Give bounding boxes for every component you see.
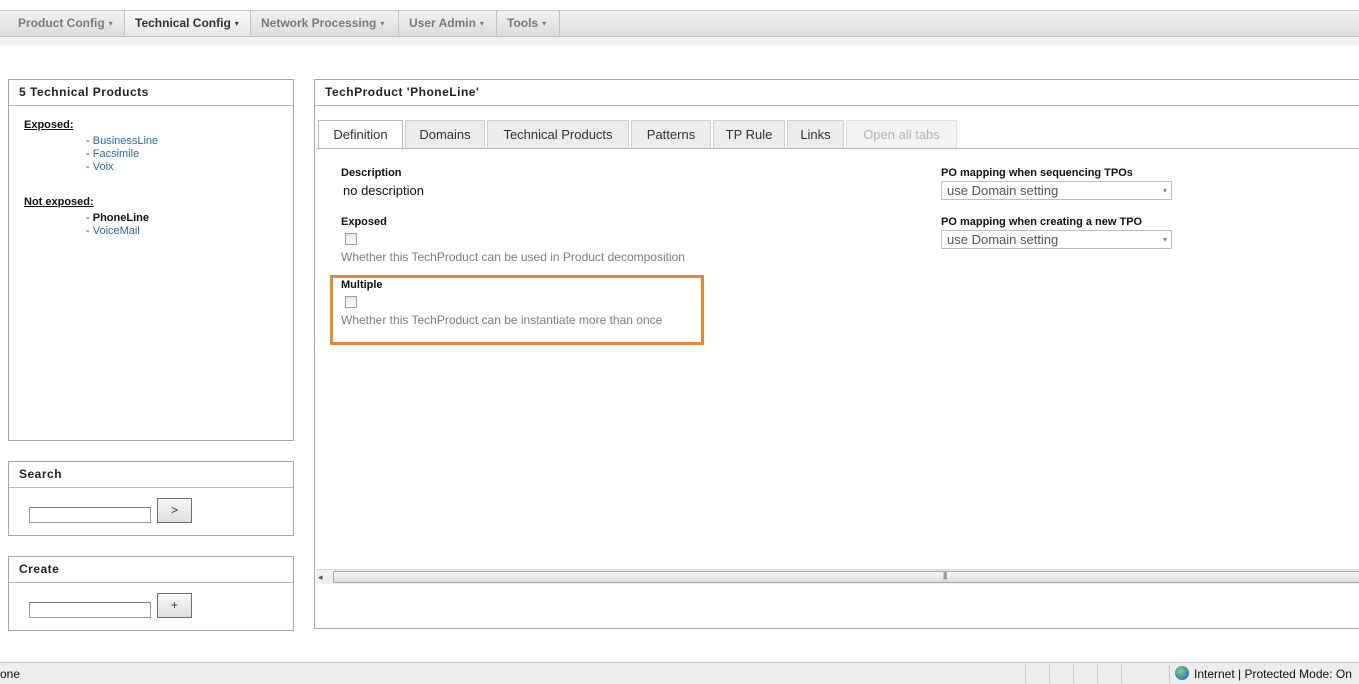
tab-domains[interactable]: Domains	[405, 120, 485, 149]
create-input[interactable]	[29, 602, 151, 618]
list-item: - BusinessLine	[86, 135, 159, 147]
horizontal-scrollbar[interactable]: ◂ |||	[316, 569, 1359, 584]
product-link-voicemail[interactable]: VoiceMail	[93, 225, 140, 237]
status-divider	[1169, 665, 1170, 683]
status-divider	[1049, 665, 1050, 683]
search-input[interactable]	[29, 507, 151, 523]
menu-label: Product Config	[18, 16, 105, 30]
menu-label: User Admin	[409, 16, 476, 30]
detail-title: TechProduct 'PhoneLine'	[315, 80, 1359, 106]
po-new-tpo-label: PO mapping when creating a new TPO	[941, 216, 1143, 228]
grip-icon: |||	[943, 571, 947, 580]
status-divider	[1073, 665, 1074, 683]
exposed-help-text: Whether this TechProduct can be used in …	[341, 250, 685, 264]
search-panel: Search >	[8, 461, 294, 536]
menu-label: Technical Config	[135, 16, 231, 30]
select-value: use Domain setting	[947, 232, 1059, 247]
tab-patterns[interactable]: Patterns	[631, 120, 711, 149]
create-button[interactable]: +	[157, 593, 192, 618]
chevron-down-icon: ▾	[479, 19, 484, 28]
panel-title: 5 Technical Products	[9, 80, 293, 106]
chevron-down-icon: ▾	[108, 19, 113, 28]
status-divider	[1025, 665, 1026, 683]
panel-title: Search	[9, 462, 293, 488]
po-new-tpo-select[interactable]: use Domain setting ▾	[941, 230, 1172, 249]
chevron-down-icon: ▾	[1162, 186, 1167, 195]
list-item: - PhoneLine	[86, 212, 149, 224]
scrollbar-thumb[interactable]: |||	[333, 571, 1359, 583]
exposed-group-label: Exposed:	[24, 119, 74, 131]
techproduct-detail-panel: TechProduct 'PhoneLine'	[314, 79, 1359, 629]
chevron-down-icon: ▾	[1162, 235, 1167, 244]
tab-tp-rule[interactable]: TP Rule	[713, 120, 785, 149]
list-item: - Facsimile	[86, 148, 140, 160]
not-exposed-group-label: Not exposed:	[24, 196, 94, 208]
menu-tools[interactable]: Tools ▾	[497, 11, 560, 36]
po-sequencing-label: PO mapping when sequencing TPOs	[941, 167, 1133, 179]
technical-products-panel: 5 Technical Products Exposed: - Business…	[8, 79, 294, 441]
globe-icon	[1175, 666, 1189, 680]
description-label: Description	[341, 167, 402, 179]
product-link-facsimile[interactable]: Facsimile	[93, 148, 139, 160]
security-zone-text: Internet | Protected Mode: On	[1194, 667, 1352, 681]
menu-product-config[interactable]: Product Config ▾	[8, 11, 125, 36]
status-divider	[1121, 665, 1122, 683]
status-divider	[1097, 665, 1098, 683]
menu-user-admin[interactable]: User Admin ▾	[399, 11, 497, 36]
description-value: no description	[343, 183, 424, 198]
list-item: - Voix	[86, 161, 114, 173]
menu-label: Tools	[507, 16, 539, 30]
tab-definition[interactable]: Definition	[318, 120, 403, 150]
product-current-phoneline: PhoneLine	[92, 212, 149, 224]
highlight-box	[330, 275, 704, 345]
tab-technical-products[interactable]: Technical Products	[487, 120, 629, 149]
chevron-down-icon: ▾	[542, 19, 547, 28]
create-panel: Create +	[8, 556, 294, 631]
browser-top-strip	[0, 0, 1359, 10]
product-link-businessline[interactable]: BusinessLine	[93, 135, 158, 147]
status-bar: one Internet | Protected Mode: On	[0, 662, 1359, 684]
menu-shadow	[0, 37, 1359, 45]
po-sequencing-select[interactable]: use Domain setting ▾	[941, 181, 1172, 200]
tab-divider	[316, 148, 1359, 149]
product-link-voix[interactable]: Voix	[93, 161, 114, 173]
main-menu-bar: Product Config ▾ Technical Config ▾ Networ…	[0, 10, 1359, 37]
list-item: - VoiceMail	[86, 225, 140, 237]
menu-label: Network Processing	[261, 16, 377, 30]
tab-links[interactable]: Links	[787, 120, 844, 149]
status-text: one	[0, 667, 21, 681]
tab-open-all-tabs: Open all tabs	[846, 120, 957, 149]
chevron-down-icon: ▾	[380, 19, 385, 28]
menu-technical-config[interactable]: Technical Config ▾	[125, 11, 251, 36]
menu-network-processing[interactable]: Network Processing ▾	[251, 11, 399, 36]
chevron-down-icon: ▾	[234, 19, 239, 28]
exposed-label: Exposed	[341, 216, 387, 228]
panel-title: Create	[9, 557, 293, 583]
scroll-left-icon[interactable]: ◂	[318, 570, 323, 584]
select-value: use Domain setting	[947, 183, 1059, 198]
exposed-checkbox[interactable]	[345, 233, 357, 245]
search-button[interactable]: >	[157, 498, 192, 523]
